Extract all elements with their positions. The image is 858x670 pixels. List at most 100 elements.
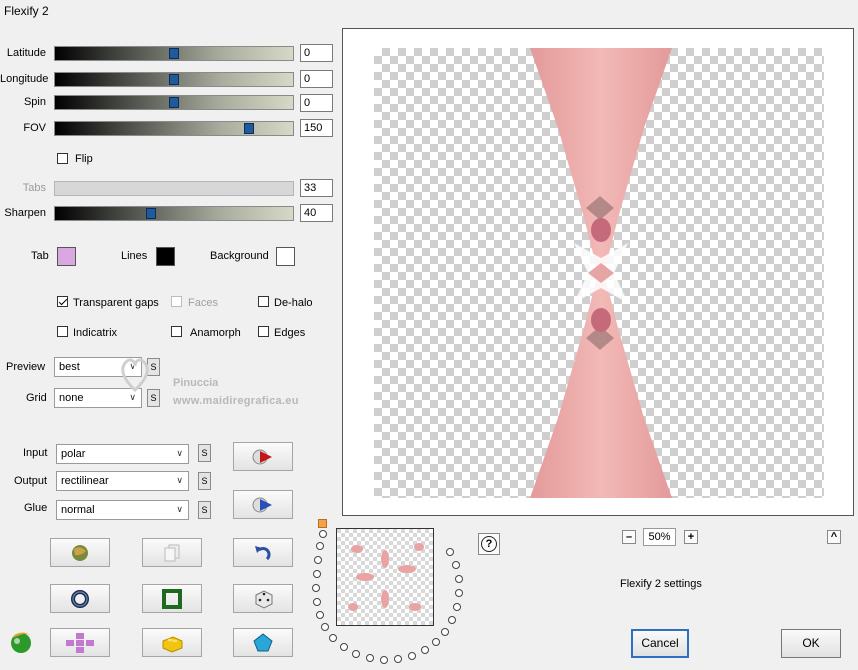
spin-field[interactable]: 0 <box>300 94 333 112</box>
cancel-button[interactable]: Cancel <box>631 629 689 658</box>
latitude-field[interactable]: 0 <box>300 44 333 62</box>
play-animation-button[interactable] <box>233 442 293 471</box>
spin-slider[interactable] <box>54 95 294 110</box>
preset-dot[interactable] <box>394 655 402 663</box>
preset-dot[interactable] <box>380 656 388 664</box>
preset-dot[interactable] <box>313 570 321 578</box>
sharpen-slider[interactable] <box>54 206 294 221</box>
preset-dot[interactable] <box>408 652 416 660</box>
fov-slider-thumb[interactable] <box>244 123 254 134</box>
preset-dot[interactable] <box>421 646 429 654</box>
chevron-down-icon: ∨ <box>176 448 183 458</box>
preset-dot[interactable] <box>453 603 461 611</box>
preset-dot[interactable] <box>313 598 321 606</box>
preset-dot[interactable] <box>312 584 320 592</box>
undo-icon <box>255 545 271 560</box>
indicatrix-checkbox[interactable] <box>57 326 68 337</box>
input-select[interactable]: polar ∨ <box>56 444 189 464</box>
preset-dot[interactable] <box>314 556 322 564</box>
dice-button[interactable] <box>233 584 293 613</box>
watermark-url: www.maidiregrafica.eu <box>173 395 299 407</box>
help-icon: ? <box>481 536 497 552</box>
background-color-label: Background <box>210 250 269 262</box>
longitude-slider[interactable] <box>54 72 294 87</box>
preset-dot[interactable] <box>446 548 454 556</box>
output-s-button[interactable]: S <box>198 472 211 490</box>
zoom-in-button[interactable]: + <box>684 530 698 544</box>
help-button[interactable]: ? <box>478 533 500 555</box>
transparent-gaps-checkbox[interactable] <box>57 296 68 307</box>
brick-button[interactable] <box>142 628 202 657</box>
de-halo-checkbox[interactable] <box>258 296 269 307</box>
preset-thumbnail-image <box>337 529 433 625</box>
dice-icon <box>255 589 273 609</box>
cross-net-button[interactable] <box>50 628 110 657</box>
anamorph-checkbox[interactable] <box>171 326 182 337</box>
latitude-label: Latitude <box>6 47 46 59</box>
fov-slider[interactable] <box>54 121 294 136</box>
preset-dot[interactable] <box>319 530 327 538</box>
window-title: Flexify 2 <box>4 4 49 18</box>
fov-field[interactable]: 150 <box>300 119 333 137</box>
zoom-out-button[interactable]: – <box>622 530 636 544</box>
sharpen-slider-thumb[interactable] <box>146 208 156 219</box>
chevron-down-icon: ∨ <box>176 504 183 514</box>
preset-dot[interactable] <box>441 628 449 636</box>
sphere-icon <box>72 544 88 561</box>
preset-dot[interactable] <box>316 611 324 619</box>
frame-button[interactable] <box>142 584 202 613</box>
input-s-button[interactable]: S <box>198 444 211 462</box>
glue-label: Glue <box>24 502 48 514</box>
preset-marker-icon <box>318 519 327 528</box>
preset-dot[interactable] <box>366 654 374 662</box>
lego-brick-icon <box>162 635 183 653</box>
de-halo-label: De-halo <box>274 297 313 309</box>
preset-dot[interactable] <box>455 575 463 583</box>
flip-checkbox[interactable] <box>57 153 68 164</box>
anamorph-label: Anamorph <box>190 327 241 339</box>
longitude-slider-thumb[interactable] <box>169 74 179 85</box>
flip-label: Flip <box>75 153 93 165</box>
random-sphere-button[interactable] <box>50 538 110 567</box>
latitude-slider-thumb[interactable] <box>169 48 179 59</box>
preset-dot[interactable] <box>455 589 463 597</box>
preset-dot[interactable] <box>321 623 329 631</box>
preset-dot[interactable] <box>448 616 456 624</box>
output-label: Output <box>14 475 48 487</box>
faces-checkbox <box>171 296 182 307</box>
preset-dot[interactable] <box>452 561 460 569</box>
square-frame-icon <box>162 588 182 609</box>
longitude-field[interactable]: 0 <box>300 70 333 88</box>
latitude-slider[interactable] <box>54 46 294 61</box>
ring-button[interactable] <box>50 584 110 613</box>
output-select-value: rectilinear <box>61 475 109 487</box>
output-select[interactable]: rectilinear ∨ <box>56 471 189 491</box>
preset-dot[interactable] <box>316 542 324 550</box>
grid-label: Grid <box>26 392 47 404</box>
preset-thumbnail[interactable] <box>336 528 434 626</box>
glue-select-value: normal <box>61 504 95 516</box>
glue-s-button[interactable]: S <box>198 501 211 519</box>
preset-dot[interactable] <box>432 638 440 646</box>
collapse-button[interactable]: ^ <box>827 530 841 544</box>
pentagon-button[interactable] <box>233 628 293 657</box>
background-color-swatch[interactable] <box>276 247 295 266</box>
sharpen-field[interactable]: 40 <box>300 204 333 222</box>
fov-label: FOV <box>23 122 46 134</box>
lines-color-swatch[interactable] <box>156 247 175 266</box>
undo-button[interactable] <box>233 538 293 567</box>
grid-select-value: none <box>59 392 84 404</box>
preset-dot[interactable] <box>340 643 348 651</box>
play-blue-button[interactable] <box>233 490 293 519</box>
longitude-label: Longitude <box>0 73 49 85</box>
preview-select-value: best <box>59 361 80 373</box>
glue-select[interactable]: normal ∨ <box>56 500 189 520</box>
ok-button[interactable]: OK <box>781 629 841 658</box>
input-label: Input <box>23 447 48 459</box>
preset-dot[interactable] <box>329 634 337 642</box>
tab-color-swatch[interactable] <box>57 247 76 266</box>
edges-checkbox[interactable] <box>258 326 269 337</box>
preset-dot[interactable] <box>352 650 360 658</box>
copy-button[interactable] <box>142 538 202 567</box>
spin-slider-thumb[interactable] <box>169 97 179 108</box>
